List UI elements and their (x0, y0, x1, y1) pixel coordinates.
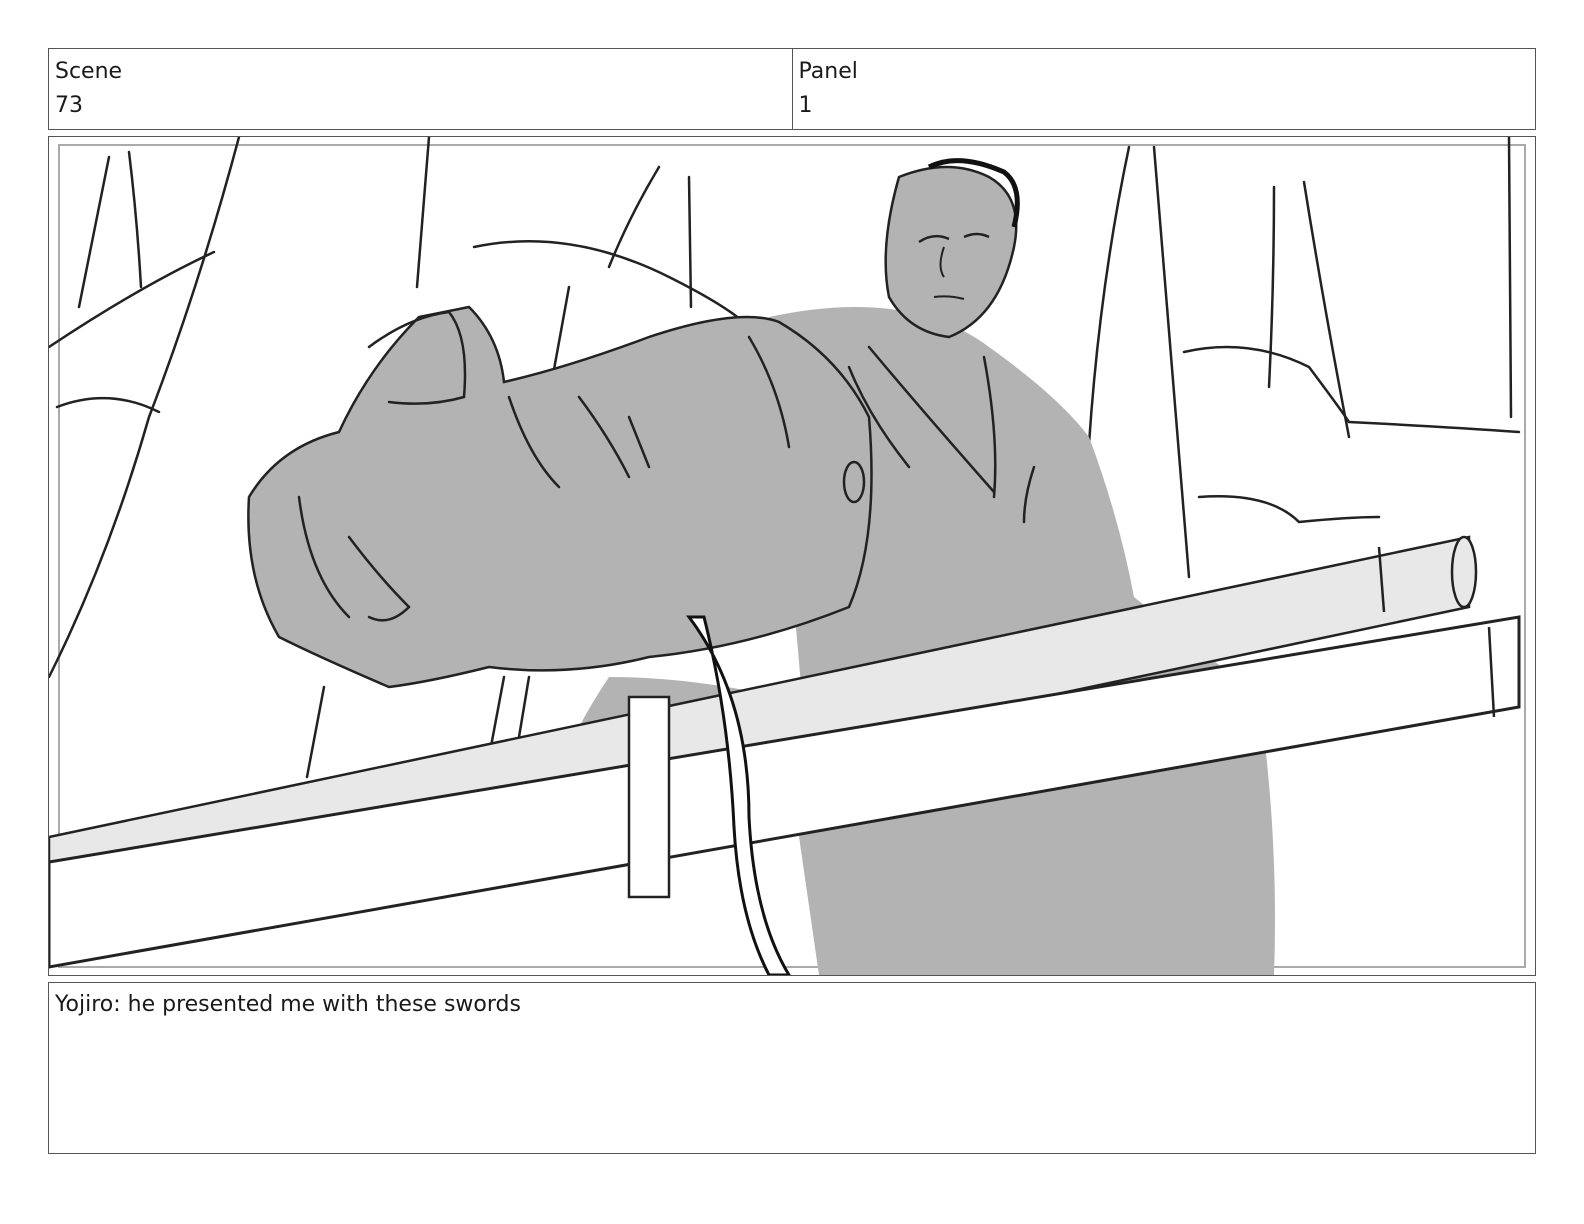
dialogue-box: Yojiro: he presented me with these sword… (48, 982, 1536, 1154)
panel-label: Panel (798, 59, 858, 84)
scene-number: 73 (55, 93, 83, 118)
dialogue-text: Yojiro: he presented me with these sword… (55, 992, 521, 1017)
panel-cell: Panel 1 (791, 49, 1536, 129)
scene-cell: Scene 73 (49, 49, 792, 129)
storyboard-sketch-image (49, 137, 1526, 975)
scene-label: Scene (55, 59, 123, 84)
panel-number: 1 (798, 93, 813, 118)
panel-header: Scene 73 Panel 1 (48, 48, 1536, 130)
storyboard-frame (48, 136, 1536, 976)
